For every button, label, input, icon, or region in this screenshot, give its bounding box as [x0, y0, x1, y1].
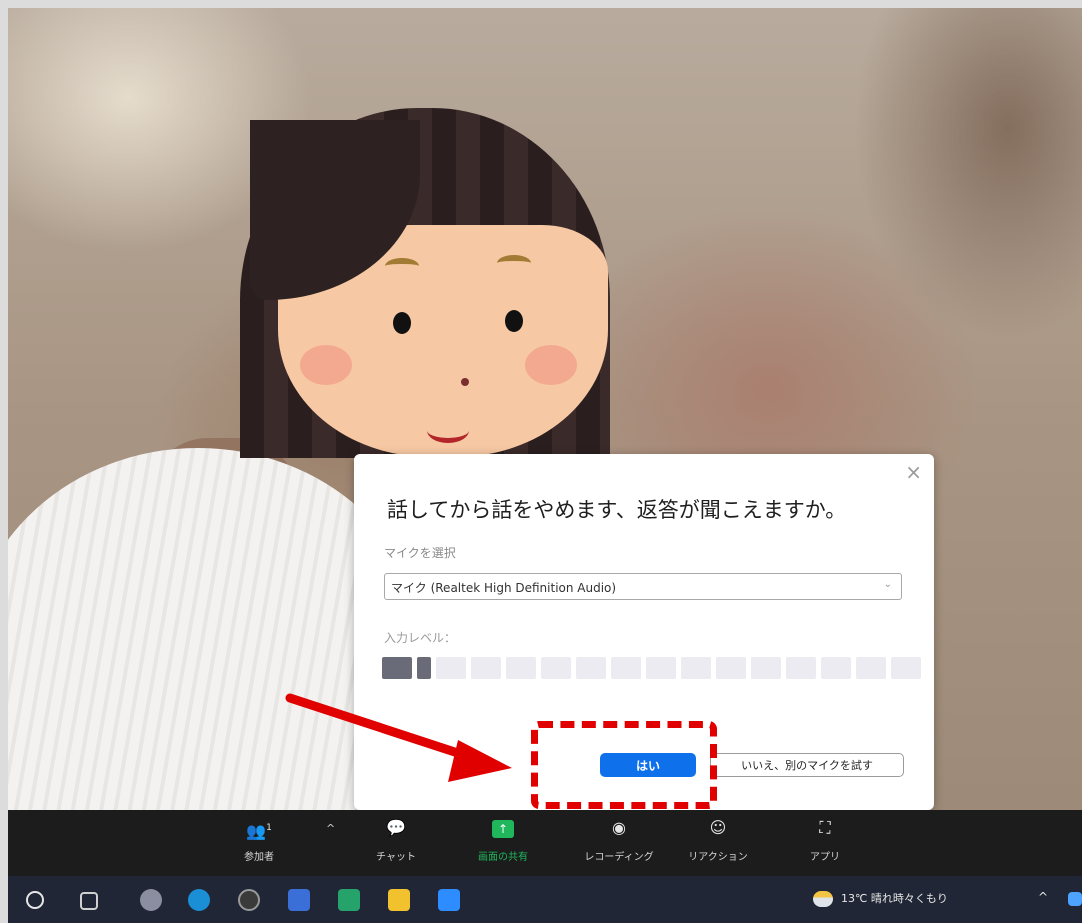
file-explorer-icon[interactable] — [388, 889, 410, 911]
obs-icon[interactable] — [238, 889, 260, 911]
try-another-mic-button[interactable]: いいえ、別のマイクを試す — [710, 753, 904, 777]
level-segment — [716, 657, 746, 679]
input-level-label: 入力レベル： — [384, 631, 457, 645]
level-segment — [681, 657, 711, 679]
participants-icon: 👥1 — [246, 821, 272, 841]
level-segment — [382, 657, 412, 679]
mic-select-value: マイク (Realtek High Definition Audio) — [391, 581, 617, 595]
input-level-meter — [382, 657, 921, 679]
level-segment — [786, 657, 816, 679]
mic-select-label: マイクを選択 — [384, 546, 456, 560]
participants-count: 1 — [266, 823, 272, 833]
reactions-button[interactable]: ☺ リアクション — [673, 818, 763, 863]
windows-taskbar: 13℃ 晴れ時々くもり ^ — [8, 876, 1082, 923]
level-segment — [611, 657, 641, 679]
share-screen-icon: ↑ — [458, 818, 548, 838]
avatar-eye-left — [393, 312, 411, 334]
level-segment — [576, 657, 606, 679]
reactions-icon: ☺ — [709, 818, 727, 837]
tray-icon[interactable] — [1068, 892, 1082, 906]
level-segment — [856, 657, 886, 679]
share-screen-button[interactable]: ↑ 画面の共有 — [458, 818, 548, 863]
apps-label: アプリ — [810, 852, 840, 863]
level-segment — [541, 657, 571, 679]
avatar-cheek-right — [525, 345, 577, 385]
weather-text[interactable]: 13℃ 晴れ時々くもり — [841, 890, 948, 906]
level-segment — [751, 657, 781, 679]
avatar-nose — [461, 378, 469, 386]
sheets-icon[interactable] — [338, 889, 360, 911]
participants-label: 参加者 — [244, 852, 274, 863]
participants-button[interactable]: 👥1 参加者 — [214, 818, 304, 863]
level-segment — [417, 657, 431, 679]
edge-icon[interactable] — [188, 889, 210, 911]
mic-select-dropdown[interactable]: マイク (Realtek High Definition Audio) ⌄ — [384, 573, 902, 600]
avatar-cheek-left — [300, 345, 352, 385]
chat-label: チャット — [376, 852, 416, 863]
chat-icon: 💬 — [386, 818, 406, 837]
record-button[interactable]: ◉ レコーディング — [574, 818, 664, 863]
level-segment — [471, 657, 501, 679]
level-segment — [891, 657, 921, 679]
task-view-icon[interactable] — [80, 892, 98, 910]
paint-icon[interactable] — [140, 889, 162, 911]
avatar-brow-left — [385, 258, 419, 274]
start-icon[interactable] — [26, 891, 44, 909]
chevron-down-icon: ⌄ — [883, 579, 892, 590]
reactions-label: リアクション — [688, 852, 748, 863]
level-segment — [821, 657, 851, 679]
apps-button[interactable]: ⛶ アプリ — [780, 818, 870, 863]
meeting-toolbar: 👥1 参加者 ^ 💬 チャット ↑ 画面の共有 ◉ レコーディング ☺ リアクシ… — [8, 810, 1082, 876]
annotation-dashed-box — [531, 721, 717, 809]
record-label: レコーディング — [584, 852, 654, 863]
chat-button[interactable]: 💬 チャット — [351, 818, 441, 863]
level-segment — [646, 657, 676, 679]
avatar-eye-right — [505, 310, 523, 332]
share-screen-label: 画面の共有 — [478, 852, 528, 863]
dialog-title: 話してから話をやめます、返答が聞こえますか。 — [387, 498, 847, 522]
record-icon: ◉ — [612, 818, 626, 837]
level-segment — [506, 657, 536, 679]
level-segment — [436, 657, 466, 679]
apps-icon: ⛶ — [819, 818, 831, 837]
close-icon[interactable]: × — [905, 460, 922, 484]
calendar-icon[interactable] — [288, 889, 310, 911]
avatar-mouth — [427, 418, 469, 443]
weather-icon[interactable] — [813, 891, 833, 907]
participants-caret-icon[interactable]: ^ — [326, 822, 335, 835]
zoom-icon[interactable] — [438, 889, 460, 911]
chevron-up-icon[interactable]: ^ — [1038, 890, 1048, 904]
avatar-brow-right — [497, 255, 531, 271]
